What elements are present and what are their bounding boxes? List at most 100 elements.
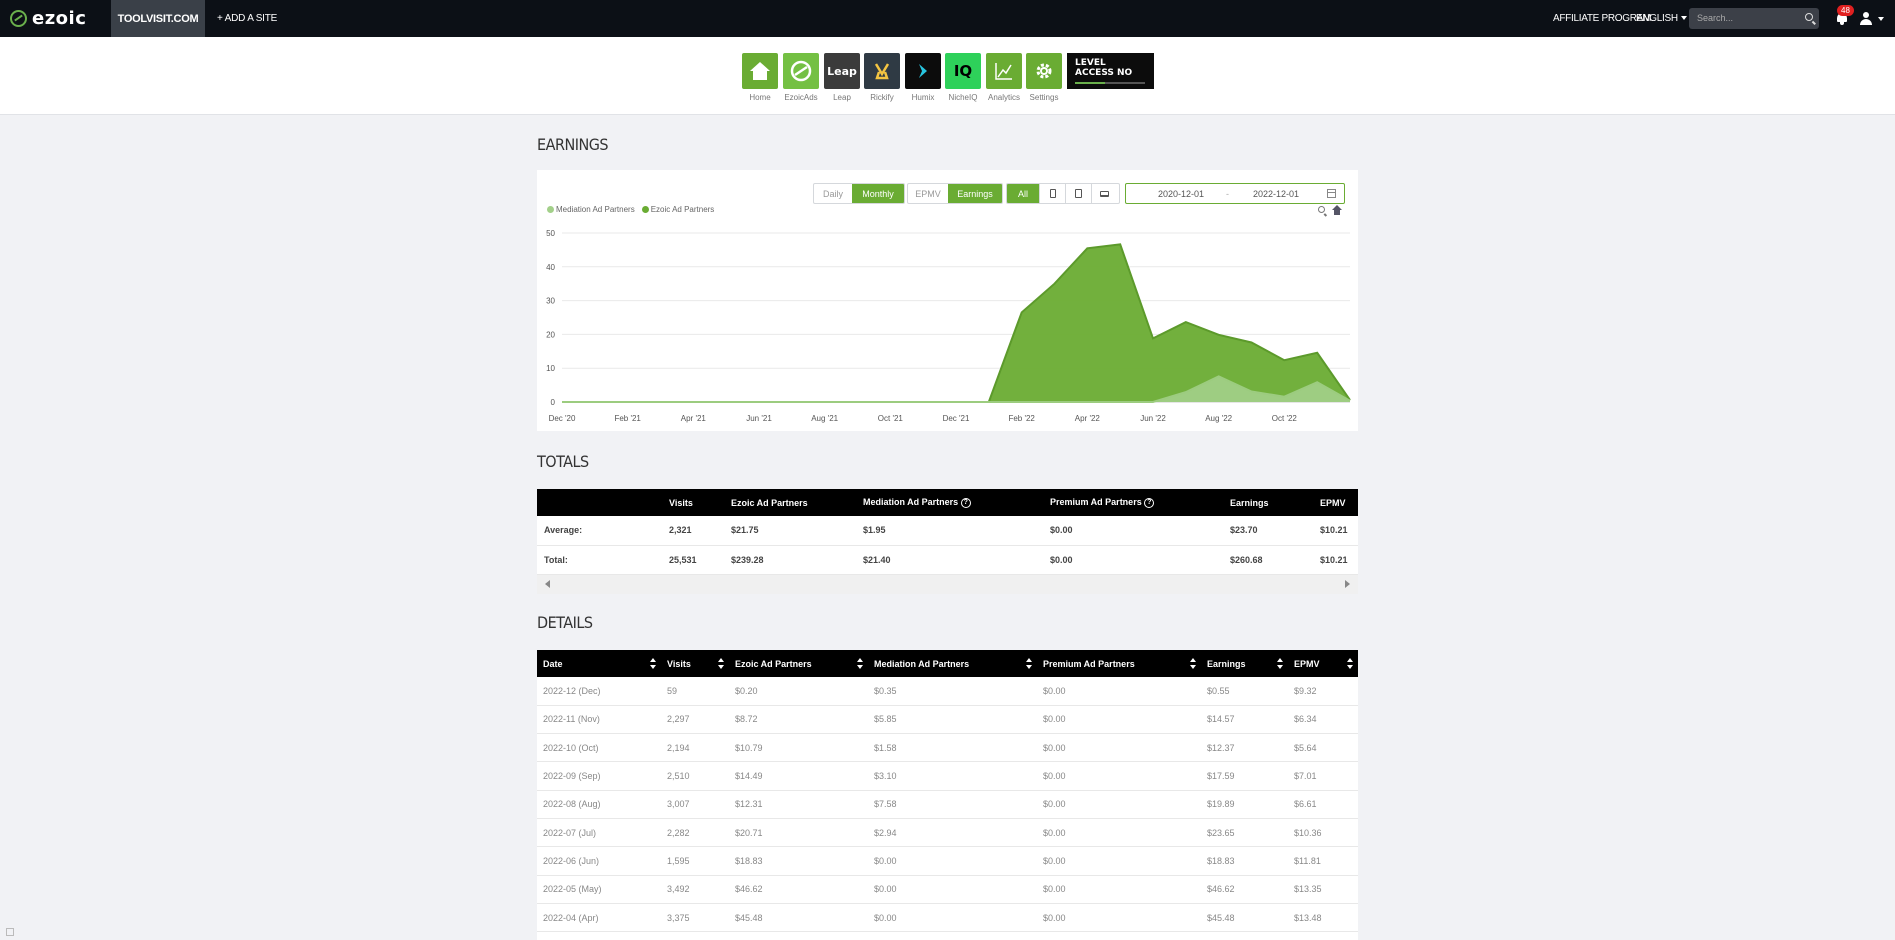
cell: $0.00	[1037, 818, 1201, 848]
totals-header	[537, 489, 662, 516]
site-tab[interactable]: TOOLVISIT.COM	[111, 0, 205, 37]
cell: 2022-05 (May)	[537, 875, 661, 904]
app-label: EzoicAds	[784, 93, 818, 102]
app-home[interactable]: Home	[742, 53, 778, 102]
app-label: Analytics	[987, 93, 1020, 102]
app-label: Humix	[911, 93, 935, 102]
app-rickify[interactable]: Rickify	[864, 53, 900, 102]
ezoicads-icon	[790, 60, 812, 82]
help-icon[interactable]: ?	[960, 497, 971, 508]
app-label: Settings	[1029, 93, 1059, 102]
cell: $5.85	[868, 705, 1037, 735]
cell: $5.64	[1288, 733, 1358, 763]
cell: $23.70	[1223, 516, 1313, 546]
app-humix[interactable]: Humix	[905, 53, 941, 102]
user-menu-chevron-icon[interactable]	[1878, 17, 1884, 21]
scroll-right-icon[interactable]	[1345, 579, 1350, 588]
sort-header-ezoic[interactable]: Ezoic Ad Partners	[729, 650, 868, 677]
notification-badge: 48	[1837, 5, 1854, 16]
table-row: 2022-08 (Aug) 3,007 $12.31 $7.58 $0.00 $19.89…	[537, 790, 1358, 819]
level-access-banner[interactable]: LEVEL ACCESS NO	[1067, 53, 1154, 89]
cell: $19.89	[1201, 790, 1288, 819]
app-label: Leap	[833, 93, 851, 102]
app-leap[interactable]: Leap Leap	[824, 53, 860, 102]
area-ezoic-ad-partners	[562, 244, 1350, 402]
totals-table: Visits Ezoic Ad Partners Mediation Ad Pa…	[537, 489, 1358, 575]
sort-header-visits[interactable]: Visits	[661, 650, 729, 677]
table-row: 2022-05 (May) 3,492 $46.62 $0.00 $0.00 $46.62…	[537, 875, 1358, 904]
cell: $0.55	[1201, 677, 1288, 706]
sort-header-earnings[interactable]: Earnings	[1201, 650, 1288, 677]
cell: 2022-04 (Apr)	[537, 903, 661, 933]
search-input[interactable]: Search...	[1689, 8, 1819, 29]
cell: 59	[661, 677, 729, 706]
humix-icon	[919, 64, 927, 78]
header-label: Earnings	[1207, 658, 1246, 669]
cell: $18.83	[1201, 846, 1288, 876]
cell: 3,375	[661, 903, 729, 933]
help-icon[interactable]: ?	[1144, 497, 1155, 508]
app-nicheiq-tile: IQ	[945, 53, 981, 89]
rickify-icon	[874, 63, 890, 80]
header-label: Ezoic Ad Partners	[735, 658, 812, 669]
add-site-link[interactable]: + ADD A SITE	[217, 13, 277, 24]
header-label: EPMV	[1294, 658, 1320, 669]
sort-header-epmv[interactable]: EPMV	[1288, 650, 1358, 677]
table-row: 2022-04 (Apr) 3,375 $45.48 $0.00 $0.00 $45.48…	[537, 903, 1358, 933]
totals-header: EPMV	[1313, 489, 1358, 516]
x-tick-label: Aug '22	[1205, 414, 1232, 423]
level-line2: ACCESS NO	[1075, 68, 1133, 78]
analytics-icon	[995, 63, 1012, 80]
user-icon[interactable]	[1860, 12, 1872, 25]
cell: $1.58	[868, 733, 1037, 763]
sort-header-premium[interactable]: Premium Ad Partners	[1037, 650, 1201, 677]
scroll-left-icon[interactable]	[545, 579, 550, 588]
gear-icon	[1036, 63, 1052, 79]
cell: $2.94	[868, 818, 1037, 848]
cell: 2,510	[661, 761, 729, 791]
cell: $6.61	[1288, 790, 1358, 819]
search-placeholder: Search...	[1697, 13, 1734, 23]
sort-icon	[1277, 658, 1283, 669]
cell: 3,007	[661, 790, 729, 819]
collapse-icon[interactable]	[6, 928, 14, 936]
x-tick-label: Oct '22	[1272, 414, 1298, 423]
app-ezoicads[interactable]: EzoicAds	[783, 53, 819, 102]
language-dropdown[interactable]: ENGLISH	[1636, 13, 1687, 24]
logo-text: ezoic	[32, 8, 87, 29]
cell: $17.59	[1201, 761, 1288, 791]
cell: 2022-07 (Jul)	[537, 818, 661, 848]
x-tick-label: Aug '21	[811, 414, 838, 423]
totals-row-average: Average: 2,321 $21.75 $1.95 $0.00 $23.70 $10.2…	[537, 516, 1358, 546]
cell: $0.35	[868, 677, 1037, 706]
cell: $23.65	[1201, 818, 1288, 848]
totals-header: Premium Ad Partners ?	[1043, 489, 1223, 516]
cell: $20.71	[729, 818, 868, 848]
cell: 1,595	[661, 846, 729, 876]
language-label: ENGLISH	[1636, 13, 1678, 24]
y-tick-label: 10	[546, 364, 555, 373]
totals-header-row: Visits Ezoic Ad Partners Mediation Ad Pa…	[537, 489, 1358, 516]
totals-header: Visits	[662, 489, 724, 516]
cell: $0.00	[1037, 846, 1201, 876]
cell: $10.21	[1313, 545, 1358, 575]
app-settings[interactable]: Settings	[1026, 53, 1062, 102]
app-analytics-tile	[986, 53, 1022, 89]
cell: $0.00	[1043, 516, 1223, 546]
earnings-card: Daily Monthly EPMV Earnings All 2020-12-…	[537, 170, 1358, 431]
cell: 2,297	[661, 705, 729, 735]
cell: $14.57	[1201, 705, 1288, 735]
horizontal-scrollbar[interactable]	[537, 574, 1358, 594]
app-analytics[interactable]: Analytics	[986, 53, 1022, 102]
ezoic-logo[interactable]: ezoic	[0, 0, 111, 37]
cell: $0.00	[1043, 545, 1223, 575]
cell: 2022-09 (Sep)	[537, 761, 661, 791]
cell: $7.01	[1288, 761, 1358, 791]
y-tick-label: 0	[551, 398, 556, 407]
cell: 2022-12 (Dec)	[537, 677, 661, 706]
details-header-row: Date Visits Ezoic Ad Partners Mediation …	[537, 650, 1358, 677]
sort-header-mediation[interactable]: Mediation Ad Partners	[868, 650, 1037, 677]
search-icon[interactable]	[1805, 13, 1813, 21]
sort-header-date[interactable]: Date	[537, 650, 661, 677]
app-nicheiq[interactable]: IQ NicheIQ	[945, 53, 981, 102]
